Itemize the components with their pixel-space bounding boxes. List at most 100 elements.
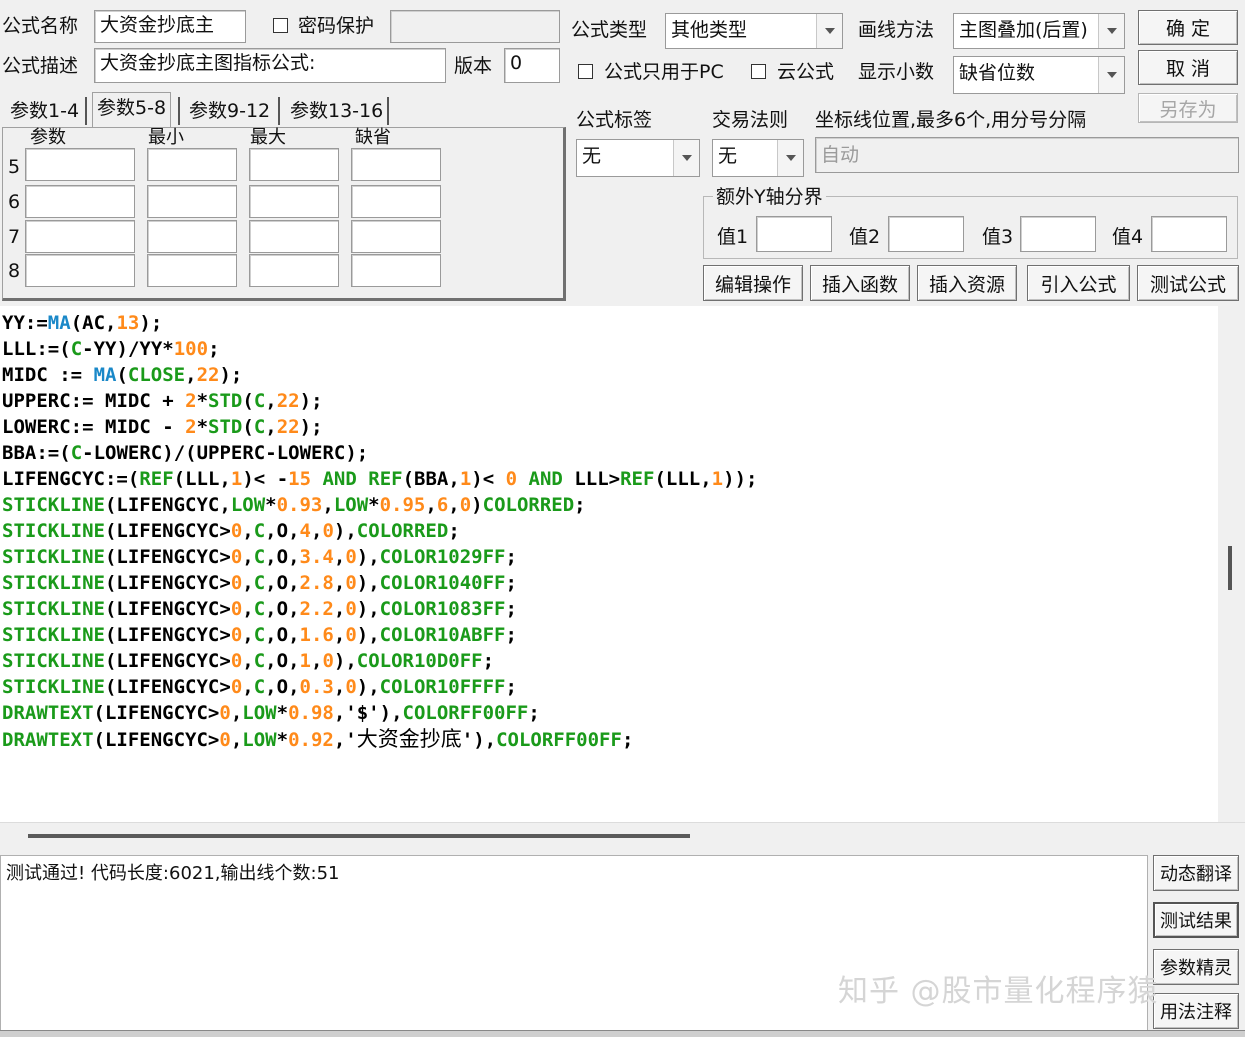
tab-params-1-4[interactable]: 参数1-4	[6, 96, 83, 126]
param-name-input[interactable]	[25, 254, 135, 287]
window-bottom-edge	[0, 1030, 1245, 1037]
param-header-name: 参数	[30, 127, 66, 148]
usage-notes-button[interactable]: 用法注释	[1153, 993, 1239, 1029]
dynamic-translate-button[interactable]: 动态翻译	[1153, 855, 1239, 891]
tab-params-13-16[interactable]: 参数13-16	[286, 96, 387, 126]
code-line: STICKLINE(LIFENGCYC>0,C,O,4,0),COLORRED;	[2, 520, 460, 542]
trade-rule-value: 无	[718, 145, 738, 167]
param-header-min: 最小	[148, 127, 184, 148]
param-min-input[interactable]	[147, 185, 237, 218]
draw-method-value: 主图叠加(后置)	[959, 19, 1088, 41]
tab-separator	[178, 97, 180, 125]
decimals-label: 显示小数	[858, 61, 935, 83]
watermark: 知乎 @股市量化程序猿	[838, 974, 1159, 1009]
code-line: STICKLINE(LIFENGCYC>0,C,O,0.3,0),COLOR10…	[2, 676, 517, 698]
param-max-input[interactable]	[249, 254, 339, 287]
y-value-3-input[interactable]	[1020, 216, 1096, 252]
trade-rule-select[interactable]: 无	[712, 139, 804, 177]
pc-only-checkbox[interactable]	[578, 64, 593, 79]
insert-resource-button[interactable]: 插入资源	[917, 265, 1017, 301]
cloud-formula-checkbox[interactable]	[751, 64, 766, 79]
code-line: STICKLINE(LIFENGCYC>0,C,O,1,0),COLOR10D0…	[2, 650, 495, 672]
y-value-4-label: 值4	[1112, 226, 1144, 248]
y-value-2-label: 值2	[849, 226, 881, 248]
code-horizontal-scrollbar[interactable]	[0, 822, 1245, 848]
password-checkbox[interactable]	[273, 18, 288, 33]
draw-method-label: 画线方法	[858, 19, 935, 41]
param-name-input[interactable]	[25, 185, 135, 218]
param-row-number: 8	[8, 260, 21, 282]
param-max-input[interactable]	[249, 185, 339, 218]
param-min-input[interactable]	[147, 148, 237, 181]
code-line: STICKLINE(LIFENGCYC>0,C,O,2.2,0),COLOR10…	[2, 598, 517, 620]
formula-tag-value: 无	[582, 145, 602, 167]
tab-separator	[85, 97, 87, 125]
import-formula-button[interactable]: 引入公式	[1027, 265, 1130, 301]
tab-params-5-8[interactable]: 参数5-8	[92, 92, 172, 128]
save-as-button[interactable]: 另存为	[1138, 93, 1238, 123]
code-line: STICKLINE(LIFENGCYC>0,C,O,3.4,0),COLOR10…	[2, 546, 517, 568]
cancel-button[interactable]: 取 消	[1138, 50, 1238, 85]
code-line: STICKLINE(LIFENGCYC,LOW*0.93,LOW*0.95,6,…	[2, 494, 586, 516]
param-default-input[interactable]	[351, 185, 441, 218]
version-input[interactable]: 0	[504, 48, 560, 83]
param-wizard-button[interactable]: 参数精灵	[1153, 949, 1239, 985]
axis-position-label: 坐标线位置,最多6个,用分号分隔	[815, 109, 1087, 131]
extra-y-axis-title: 额外Y轴分界	[713, 185, 826, 209]
param-default-input[interactable]	[351, 220, 441, 253]
y-value-1-input[interactable]	[756, 216, 832, 252]
y-value-3-label: 值3	[982, 226, 1014, 248]
code-line: UPPERC:= MIDC + 2*STD(C,22);	[2, 390, 323, 412]
code-line: MIDC := MA(CLOSE,22);	[2, 364, 243, 386]
code-line: STICKLINE(LIFENGCYC>0,C,O,2.8,0),COLOR10…	[2, 572, 517, 594]
trade-rule-label: 交易法则	[712, 109, 789, 131]
insert-function-button[interactable]: 插入函数	[810, 265, 910, 301]
tab-params-9-12[interactable]: 参数9-12	[185, 96, 274, 126]
scrollbar-thumb[interactable]	[1228, 546, 1232, 590]
code-line: BBA:=(C-LOWERC)/(UPPERC-LOWERC);	[2, 442, 369, 464]
param-min-input[interactable]	[147, 254, 237, 287]
param-name-input[interactable]	[25, 220, 135, 253]
formula-name-label: 公式名称	[2, 15, 79, 37]
code-line: LLL:=(C-YY)/YY*100;	[2, 338, 220, 360]
param-max-input[interactable]	[249, 220, 339, 253]
param-min-input[interactable]	[147, 220, 237, 253]
y-value-2-input[interactable]	[888, 216, 964, 252]
code-line: YY:=MA(AC,13);	[2, 312, 163, 334]
decimals-value: 缺省位数	[959, 62, 1036, 84]
draw-method-select[interactable]: 主图叠加(后置)	[953, 13, 1125, 49]
code-line: STICKLINE(LIFENGCYC>0,C,O,1.6,0),COLOR10…	[2, 624, 517, 646]
param-default-input[interactable]	[351, 254, 441, 287]
formula-name-input[interactable]: 大资金抄底主	[94, 10, 246, 43]
pc-only-label: 公式只用于PC	[604, 61, 724, 83]
formula-desc-input[interactable]: 大资金抄底主图指标公式:	[94, 48, 446, 83]
tab-separator	[387, 97, 389, 125]
param-default-input[interactable]	[351, 148, 441, 181]
cloud-formula-label: 云公式	[777, 61, 835, 83]
scrollbar-thumb[interactable]	[28, 834, 690, 838]
code-line: DRAWTEXT(LIFENGCYC>0,LOW*0.92,'大资金抄底'),C…	[2, 727, 634, 751]
edit-ops-button[interactable]: 编辑操作	[703, 265, 803, 301]
test-result-button[interactable]: 测试结果	[1153, 902, 1239, 938]
param-max-input[interactable]	[249, 148, 339, 181]
password-label: 密码保护	[298, 15, 375, 37]
formula-type-label: 公式类型	[571, 19, 648, 41]
axis-position-input[interactable]: 自动	[815, 137, 1239, 173]
password-input[interactable]	[390, 10, 560, 43]
ok-button[interactable]: 确 定	[1138, 10, 1238, 45]
code-line: LOWERC:= MIDC - 2*STD(C,22);	[2, 416, 323, 438]
param-name-input[interactable]	[25, 148, 135, 181]
chevron-down-icon	[816, 14, 842, 48]
test-formula-button[interactable]: 测试公式	[1137, 265, 1239, 301]
y-value-4-input[interactable]	[1151, 216, 1227, 252]
chevron-down-icon	[1098, 14, 1124, 48]
formula-type-select[interactable]: 其他类型	[665, 13, 843, 49]
code-vertical-scrollbar[interactable]	[1218, 306, 1245, 822]
formula-tag-select[interactable]: 无	[576, 139, 700, 177]
formula-type-value: 其他类型	[671, 19, 748, 41]
param-header-default: 缺省	[355, 127, 391, 148]
code-editor[interactable]: YY:=MA(AC,13); LLL:=(C-YY)/YY*100; MIDC :=…	[0, 306, 1218, 822]
chevron-down-icon	[777, 140, 803, 176]
decimals-select[interactable]: 缺省位数	[953, 56, 1125, 94]
chevron-down-icon	[673, 140, 699, 176]
